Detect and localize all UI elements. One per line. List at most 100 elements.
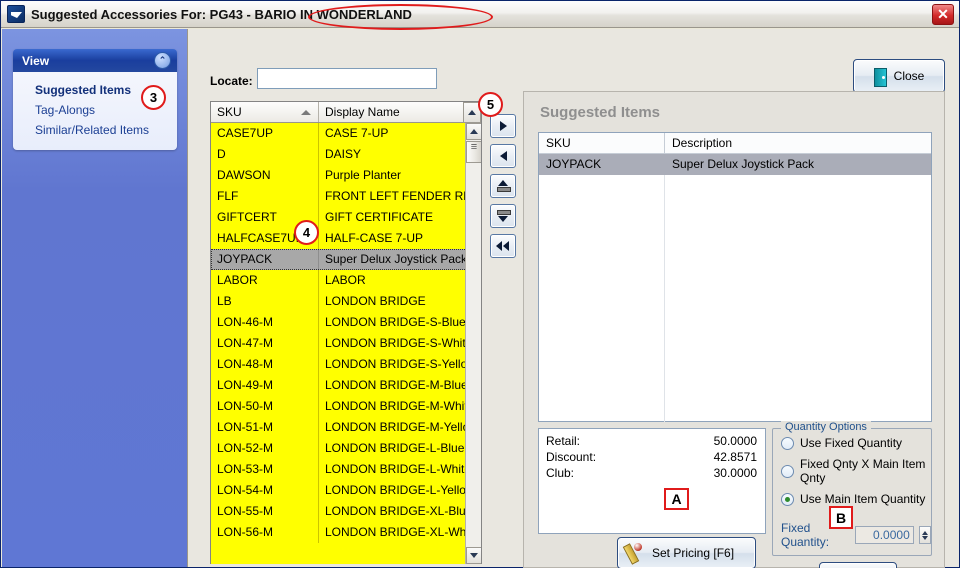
- set-pricing-label: Set Pricing [F6]: [652, 546, 735, 560]
- price-value: 42.8571: [713, 450, 757, 464]
- price-label: Retail:: [546, 434, 581, 448]
- cell-display-name: FRONT LEFT FENDER REPA: [325, 189, 466, 203]
- cell-sku: LON-56-M: [211, 522, 319, 543]
- radio-fixed-qnty-x-main-item-qnty[interactable]: Fixed Qnty X Main Item Qnty: [781, 457, 931, 485]
- cell-sku: JOYPACK: [546, 157, 602, 171]
- cell-display-name: DAISY: [325, 147, 362, 161]
- radio-label: Use Main Item Quantity: [800, 492, 926, 506]
- quantity-options-legend: Quantity Options: [781, 421, 871, 433]
- table-row[interactable]: LON-49-M LONDON BRIDGE-M-Blue: [211, 375, 481, 396]
- suggested-column-header-description[interactable]: Description: [665, 133, 931, 153]
- cell-sku: LON-48-M: [211, 354, 319, 375]
- price-row: Discount: 42.8571: [546, 449, 757, 465]
- table-row[interactable]: LON-48-M LONDON BRIDGE-S-Yellow: [211, 354, 481, 375]
- down-arrow-bar-icon: [497, 210, 511, 222]
- table-row[interactable]: LABOR LABOR: [211, 270, 481, 291]
- fixed-quantity-row: Fixed Quantity: 0.0000: [781, 521, 931, 549]
- radio-icon[interactable]: [781, 464, 794, 478]
- fixed-quantity-input[interactable]: 0.0000: [854, 526, 914, 544]
- radio-use-main-item-quantity[interactable]: Use Main Item Quantity: [781, 492, 931, 506]
- cell-sku: LON-50-M: [211, 396, 319, 417]
- table-row[interactable]: LB LONDON BRIDGE: [211, 291, 481, 312]
- move-down-button[interactable]: [490, 204, 516, 228]
- locate-label: Locate:: [210, 74, 253, 88]
- radio-icon[interactable]: [781, 436, 794, 450]
- view-group-body: Suggested Items Tag-Alongs Similar/Relat…: [13, 72, 177, 150]
- annotation-marker-5: 5: [478, 92, 503, 117]
- table-row[interactable]: FLF FRONT LEFT FENDER REPA: [211, 186, 481, 207]
- scrollbar-thumb[interactable]: [466, 141, 481, 163]
- up-arrow-bar-icon: [497, 180, 511, 192]
- table-row[interactable]: JOYPACK Super Delux Joystick Pack: [211, 249, 481, 270]
- cell-display-name: LONDON BRIDGE-S-White: [325, 336, 466, 350]
- radio-icon-selected[interactable]: [781, 492, 794, 506]
- suggested-items-title: Suggested Items: [540, 104, 661, 121]
- available-items-grid: SKU Display Name CASE7UP CASE 7-UP D DAISY D…: [210, 101, 482, 564]
- locate-input[interactable]: [257, 68, 437, 89]
- title-bar: Suggested Accessories For: PG43 - BARIO …: [1, 1, 959, 28]
- suggested-accessories-window: Suggested Accessories For: PG43 - BARIO …: [0, 0, 960, 568]
- column-header-display-name[interactable]: Display Name: [319, 102, 481, 122]
- table-row[interactable]: HALFCASE7UP HALF-CASE 7-UP: [211, 228, 481, 249]
- table-row[interactable]: LON-52-M LONDON BRIDGE-L-Blue: [211, 438, 481, 459]
- table-row[interactable]: LON-53-M LONDON BRIDGE-L-White: [211, 459, 481, 480]
- table-row[interactable]: LON-56-M LONDON BRIDGE-XL-White: [211, 522, 481, 543]
- table-row[interactable]: JOYPACK Super Delux Joystick Pack: [539, 154, 931, 175]
- cell-sku: CASE7UP: [211, 123, 319, 144]
- table-row[interactable]: LON-51-M LONDON BRIDGE-M-Yellow: [211, 417, 481, 438]
- cell-sku: D: [211, 144, 319, 165]
- cell-sku: LB: [211, 291, 319, 312]
- annotation-marker-a: A: [664, 488, 689, 510]
- table-row[interactable]: DAWSON Purple Planter: [211, 165, 481, 186]
- door-exit-icon: [873, 67, 888, 87]
- sidebar: View ⌃ Suggested Items Tag-Alongs Simila…: [2, 29, 188, 567]
- move-up-button[interactable]: [490, 174, 516, 198]
- cell-sku: LON-49-M: [211, 375, 319, 396]
- annotation-marker-3: 3: [141, 85, 166, 110]
- set-pricing-button[interactable]: Set Pricing [F6]: [617, 537, 756, 568]
- cell-display-name: LONDON BRIDGE-XL-Blue: [325, 504, 466, 518]
- cell-description: Super Delux Joystick Pack: [672, 157, 815, 171]
- table-row[interactable]: LON-55-M LONDON BRIDGE-XL-Blue: [211, 501, 481, 522]
- column-header-sku-label: SKU: [217, 105, 242, 119]
- suggested-items-grid[interactable]: SKU Description JOYPACK Super Delux Joyst…: [538, 132, 932, 422]
- radio-use-fixed-quantity[interactable]: Use Fixed Quantity: [781, 436, 931, 450]
- table-row[interactable]: GIFTCERT GIFT CERTIFICATE: [211, 207, 481, 228]
- scrollbar-down-button[interactable]: [466, 547, 481, 564]
- window-close-button[interactable]: ✕: [932, 4, 954, 25]
- radio-label: Fixed Qnty X Main Item Qnty: [800, 457, 926, 485]
- close-button[interactable]: Close: [853, 59, 945, 93]
- available-items-grid-body[interactable]: CASE7UP CASE 7-UP D DAISY DAWSON Purple Plant…: [211, 123, 481, 564]
- edit-button[interactable]: Edit: [819, 562, 897, 568]
- table-row[interactable]: CASE7UP CASE 7-UP: [211, 123, 481, 144]
- table-row[interactable]: LON-46-M LONDON BRIDGE-S-Blue: [211, 312, 481, 333]
- cell-display-name: Super Delux Joystick Pack: [325, 252, 466, 266]
- cell-sku: LON-46-M: [211, 312, 319, 333]
- column-header-sku[interactable]: SKU: [211, 102, 319, 122]
- sidebar-item-similar-related-items[interactable]: Similar/Related Items: [13, 120, 177, 140]
- cell-sku: JOYPACK: [211, 249, 319, 270]
- cell-display-name: LONDON BRIDGE: [325, 294, 426, 308]
- suggested-column-header-sku[interactable]: SKU: [539, 133, 665, 153]
- cell-display-name: LONDON BRIDGE-M-White: [325, 399, 466, 413]
- price-label: Club:: [546, 466, 575, 480]
- cell-display-name: GIFT CERTIFICATE: [325, 210, 434, 224]
- main-content: Locate: Close SKU Display Name CASE7UP C…: [189, 29, 959, 568]
- scrollbar-up-button[interactable]: [466, 123, 481, 140]
- grid-filler: [539, 175, 931, 196]
- cell-display-name: LONDON BRIDGE-S-Blue: [325, 315, 466, 329]
- available-items-grid-header: SKU Display Name: [211, 102, 481, 123]
- move-left-button[interactable]: [490, 144, 516, 168]
- chevron-up-icon[interactable]: ⌃: [154, 52, 171, 69]
- table-row[interactable]: LON-54-M LONDON BRIDGE-L-Yellow: [211, 480, 481, 501]
- annotation-marker-4: 4: [294, 220, 319, 245]
- annotation-marker-b: B: [829, 506, 853, 529]
- move-right-button[interactable]: [490, 114, 516, 138]
- remove-all-button[interactable]: [490, 234, 516, 258]
- available-items-scrollbar[interactable]: [465, 123, 481, 564]
- right-arrow-icon: [499, 121, 507, 131]
- table-row[interactable]: D DAISY: [211, 144, 481, 165]
- table-row[interactable]: LON-50-M LONDON BRIDGE-M-White: [211, 396, 481, 417]
- fixed-quantity-stepper[interactable]: [918, 526, 931, 544]
- table-row[interactable]: LON-47-M LONDON BRIDGE-S-White: [211, 333, 481, 354]
